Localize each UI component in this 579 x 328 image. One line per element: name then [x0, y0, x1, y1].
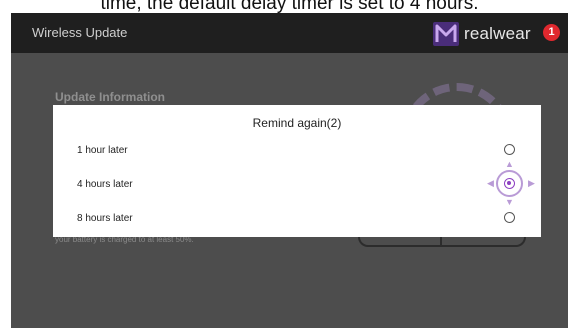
option-1-hour[interactable]: 1 hour later: [53, 137, 541, 165]
app-title: Wireless Update: [32, 25, 128, 40]
realwear-logo-icon: [433, 22, 459, 46]
dpad-up-icon: ▲: [505, 159, 514, 169]
radio-button[interactable]: [504, 212, 515, 223]
dialog-title: Remind again(2): [252, 116, 342, 130]
option-label: 4 hours later: [77, 179, 133, 190]
dpad-right-icon: ▶: [528, 178, 535, 188]
update-information-heading: Update Information: [55, 90, 165, 104]
option-label: 1 hour later: [77, 145, 128, 156]
title-bar: Wireless Update realwear 1: [11, 13, 568, 53]
option-4-hours[interactable]: 4 hours later ▲ ▼ ◀ ▶: [53, 160, 541, 207]
brand-name: realwear: [464, 24, 531, 43]
device-screen: Wireless Update realwear 1 Update Inform…: [11, 13, 568, 328]
dpad-left-icon: ◀: [487, 178, 494, 188]
remind-dialog: Remind again(2) 1 hour later 4 hours lat…: [53, 105, 541, 237]
notification-badge[interactable]: 1: [543, 24, 560, 41]
radio-button-selected[interactable]: [504, 178, 515, 189]
option-8-hours[interactable]: 8 hours later: [53, 205, 541, 233]
radio-button[interactable]: [504, 144, 515, 155]
option-label: 8 hours later: [77, 213, 133, 224]
